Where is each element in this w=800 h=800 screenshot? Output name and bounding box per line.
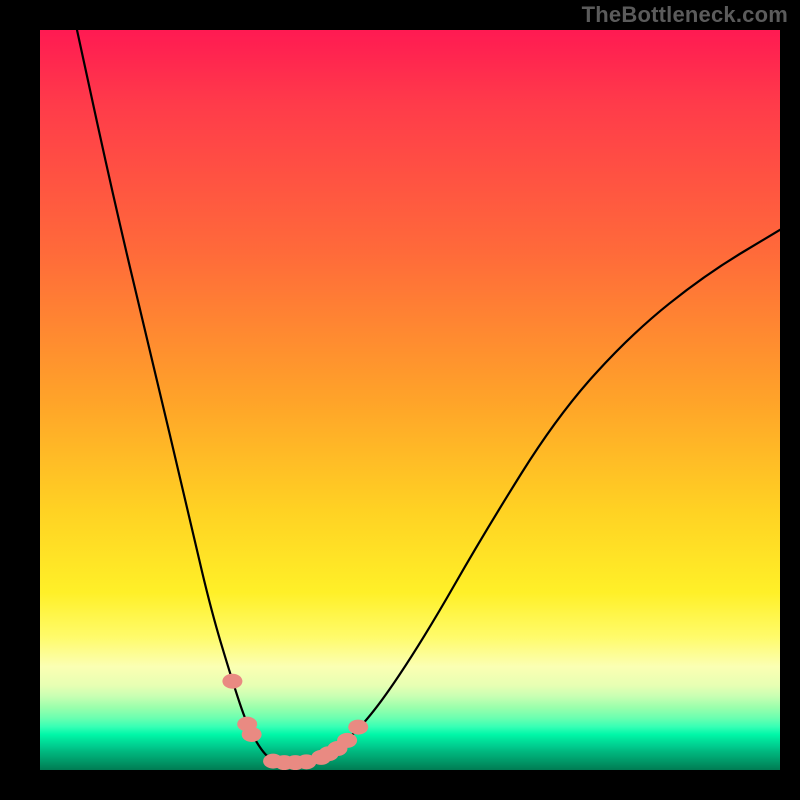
watermark-text: TheBottleneck.com	[582, 2, 788, 28]
curve-marker	[222, 674, 242, 689]
plot-area	[40, 30, 780, 770]
curve-marker	[337, 733, 357, 748]
curve-marker	[348, 720, 368, 735]
bottleneck-curve	[77, 30, 780, 763]
curve-layer	[40, 30, 780, 770]
curve-markers	[222, 674, 368, 770]
curve-marker	[242, 727, 262, 742]
chart-frame: TheBottleneck.com	[0, 0, 800, 800]
